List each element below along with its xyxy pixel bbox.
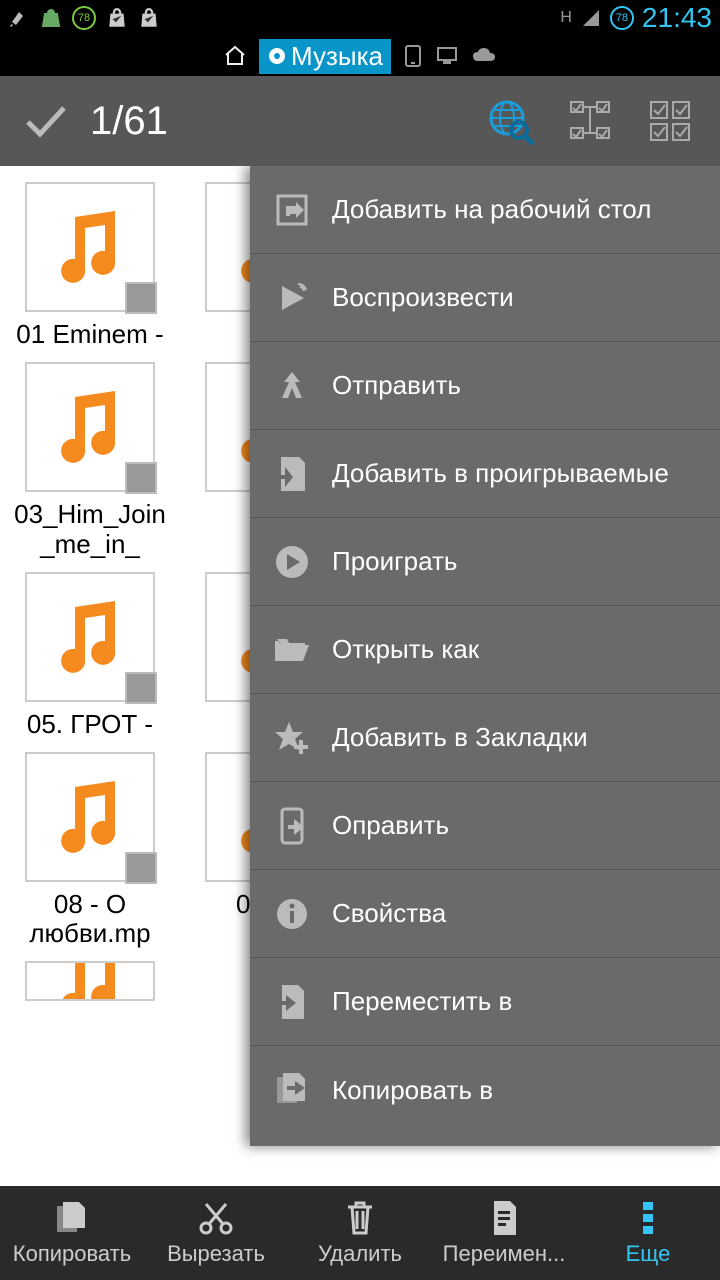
confirm-icon[interactable]	[20, 96, 70, 146]
shopping-icon	[40, 7, 62, 29]
trash-icon	[341, 1199, 379, 1237]
rename-icon	[485, 1199, 523, 1237]
menu-label: Воспроизвести	[332, 282, 514, 313]
selection-count: 1/61	[90, 99, 460, 144]
menu-send[interactable]: Отправить	[250, 342, 720, 430]
menu-label: Копировать в	[332, 1075, 493, 1106]
play-circle-icon	[272, 542, 312, 582]
menu-play-alt[interactable]: Проиграть	[250, 518, 720, 606]
cloud-icon[interactable]	[471, 47, 497, 65]
menu-properties[interactable]: Свойства	[250, 870, 720, 958]
menu-open-as[interactable]: Открыть как	[250, 606, 720, 694]
music-file-icon	[25, 362, 155, 492]
menu-send-alt[interactable]: Оправить	[250, 782, 720, 870]
usb-icon	[8, 7, 30, 29]
phone-icon[interactable]	[403, 44, 423, 68]
sd-badge-icon	[125, 852, 157, 884]
bottom-label: Переимен...	[443, 1241, 566, 1267]
sd-badge-icon	[125, 282, 157, 314]
battery-badge-blue: 78	[610, 6, 634, 30]
battery-badge-green: 78	[72, 6, 96, 30]
status-right: H 78 21:43	[560, 2, 712, 34]
menu-play[interactable]: Воспроизвести	[250, 254, 720, 342]
breadcrumb-music[interactable]: Музыка	[259, 39, 391, 74]
selection-toolbar: 1/61	[0, 76, 720, 166]
status-bar: 78 H 78 21:43	[0, 0, 720, 36]
menu-label: Переместить в	[332, 986, 512, 1017]
menu-label: Свойства	[332, 898, 446, 929]
menu-label: Добавить на рабочий стол	[332, 194, 651, 225]
cut-button[interactable]: Вырезать	[144, 1186, 288, 1280]
bag-icon-2	[138, 7, 160, 29]
file-label: 08 - О любви.mp	[10, 890, 170, 950]
signal-icon	[580, 7, 602, 29]
file-label: 05. ГРОТ -	[27, 710, 153, 740]
add-playlist-icon	[272, 454, 312, 494]
sd-badge-icon	[125, 672, 157, 704]
bottom-label: Копировать	[13, 1241, 131, 1267]
menu-label: Добавить в проигрываемые	[332, 458, 669, 489]
shortcut-icon	[272, 190, 312, 230]
context-menu: Добавить на рабочий стол Воспроизвести О…	[250, 166, 720, 1146]
music-file-icon	[25, 572, 155, 702]
computer-icon[interactable]	[435, 46, 459, 66]
menu-label: Отправить	[332, 370, 461, 401]
bookmark-icon	[272, 718, 312, 758]
bottom-label: Вырезать	[167, 1241, 265, 1267]
menu-move-to[interactable]: Переместить в	[250, 958, 720, 1046]
copy-to-icon	[272, 1070, 312, 1110]
status-left: 78	[8, 6, 160, 30]
menu-label: Оправить	[332, 810, 449, 841]
bottom-label: Удалить	[318, 1241, 402, 1267]
rename-button[interactable]: Переимен...	[432, 1186, 576, 1280]
menu-label: Открыть как	[332, 634, 479, 665]
file-grid-area: 01 Eminem - 01 03_Him_Join_me_in_ 03	[0, 166, 720, 1186]
menu-copy-to[interactable]: Копировать в	[250, 1046, 720, 1134]
file-item[interactable]: 03_Him_Join_me_in_	[0, 356, 180, 566]
file-item[interactable]: 01 Eminem -	[0, 176, 180, 356]
cut-icon	[197, 1199, 235, 1237]
copy-button[interactable]: Копировать	[0, 1186, 144, 1280]
tree-view-icon[interactable]	[560, 91, 620, 151]
music-file-icon	[25, 961, 155, 1001]
more-icon	[629, 1199, 667, 1237]
menu-label: Проиграть	[332, 546, 457, 577]
breadcrumb: Музыка	[0, 36, 720, 76]
file-item[interactable]: 08 - О любви.mp	[0, 746, 180, 956]
menu-add-playing[interactable]: Добавить в проигрываемые	[250, 430, 720, 518]
file-item[interactable]: 05. ГРОТ -	[0, 566, 180, 746]
home-icon[interactable]	[223, 44, 247, 68]
menu-bookmark[interactable]: Добавить в Закладки	[250, 694, 720, 782]
open-folder-icon	[272, 630, 312, 670]
share-icon	[272, 366, 312, 406]
copy-icon	[53, 1199, 91, 1237]
search-web-icon[interactable]	[480, 91, 540, 151]
info-icon	[272, 894, 312, 934]
move-to-icon	[272, 982, 312, 1022]
send-device-icon	[272, 806, 312, 846]
breadcrumb-label: Музыка	[291, 41, 383, 72]
menu-add-shortcut[interactable]: Добавить на рабочий стол	[250, 166, 720, 254]
select-all-icon[interactable]	[640, 91, 700, 151]
music-file-icon	[25, 182, 155, 312]
sd-badge-icon	[125, 462, 157, 494]
music-file-icon	[25, 752, 155, 882]
delete-button[interactable]: Удалить	[288, 1186, 432, 1280]
bottom-action-bar: Копировать Вырезать Удалить Переимен... …	[0, 1186, 720, 1280]
play-icon	[272, 278, 312, 318]
bottom-label: Еще	[626, 1241, 671, 1267]
clock: 21:43	[642, 2, 712, 34]
menu-label: Добавить в Закладки	[332, 722, 588, 753]
file-label: 03_Him_Join_me_in_	[10, 500, 170, 560]
file-item[interactable]	[0, 955, 180, 1015]
bag-icon-1	[106, 7, 128, 29]
network-type: H	[560, 9, 572, 27]
file-label: 01 Eminem -	[16, 320, 163, 350]
more-button[interactable]: Еще	[576, 1186, 720, 1280]
